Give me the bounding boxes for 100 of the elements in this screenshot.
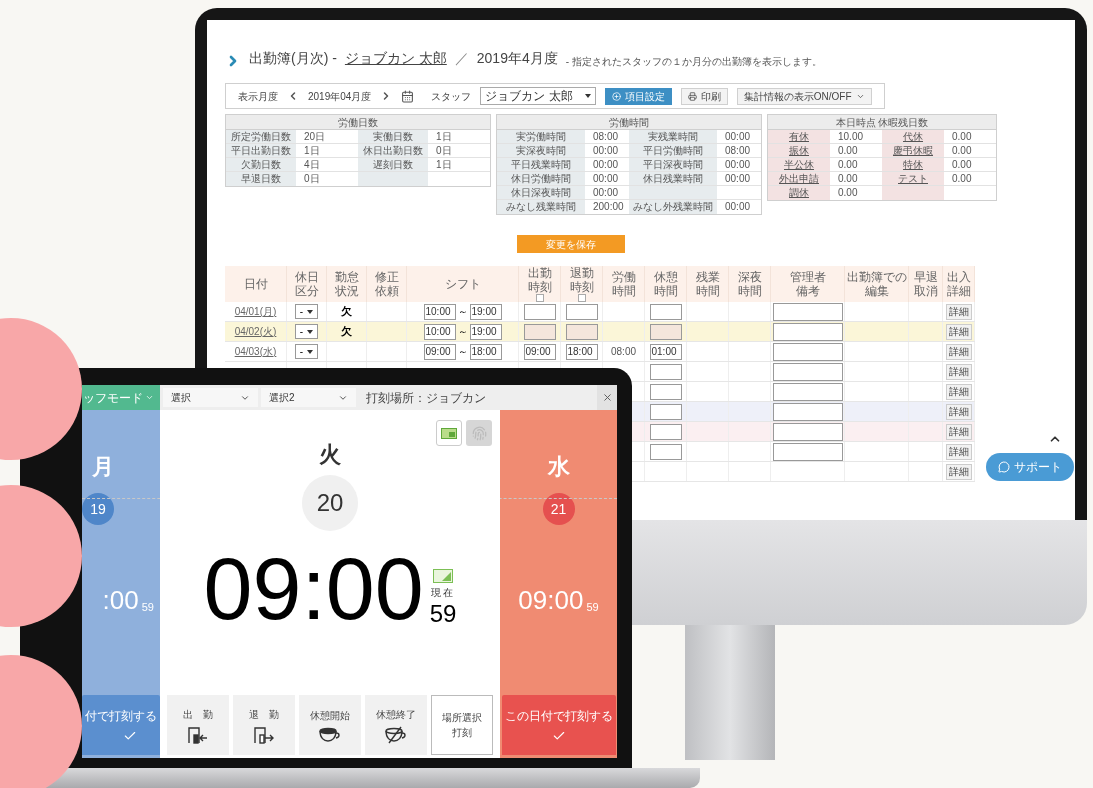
summary-label: 休日残業時間: [643, 173, 703, 184]
date-link[interactable]: 04/03(水): [234, 344, 277, 359]
time-text: 09:00: [518, 587, 584, 613]
checkbox[interactable]: [535, 294, 544, 302]
summary-value: 00:00: [593, 145, 619, 156]
clock-time: 09:00: [203, 549, 424, 629]
column-header: 深夜時間: [737, 270, 762, 298]
summary-value: 20日: [304, 131, 326, 142]
input-field[interactable]: [649, 443, 682, 460]
column-header: 管理者備考: [789, 270, 826, 298]
checkbox[interactable]: [577, 294, 586, 302]
column-header: 早退取消: [913, 270, 938, 298]
detail-button[interactable]: 詳細: [945, 363, 972, 380]
holiday-select[interactable]: -: [294, 304, 319, 319]
input-field[interactable]: [649, 303, 682, 320]
exit-door-icon: [253, 725, 275, 744]
staff-select[interactable]: ジョブカン 太郎: [480, 87, 596, 105]
seconds-text: 59: [141, 602, 154, 613]
weekday-text: 火: [319, 441, 341, 469]
stamp-action-button[interactable]: 退 勤: [233, 695, 295, 755]
stamp-action-button[interactable]: 休憩開始: [299, 695, 361, 755]
input-field[interactable]: [649, 423, 682, 440]
detail-button[interactable]: 詳細: [945, 343, 972, 360]
crossed-cup-icon: [384, 725, 408, 744]
stamp-action-button[interactable]: 出 勤: [167, 695, 229, 755]
summary-value: 00:00: [593, 187, 619, 198]
summary-label: 平日深夜時間: [643, 159, 703, 170]
input-field[interactable]: [565, 303, 598, 320]
select-field[interactable]: 選択: [163, 388, 258, 407]
input-field[interactable]: [772, 442, 843, 461]
summary-value: 0.00: [952, 131, 972, 142]
period-title: 2019年4月度: [476, 49, 558, 68]
input-field[interactable]: [772, 422, 843, 441]
summary-value: 10.00: [838, 131, 864, 142]
summary-title: 労働日数: [226, 115, 490, 130]
input-field[interactable]: 09:00: [523, 343, 556, 360]
caret-icon: [307, 329, 314, 334]
summary-value: 00:00: [593, 173, 619, 184]
caret-icon: [307, 309, 314, 314]
detail-button[interactable]: 詳細: [945, 323, 972, 340]
input-field[interactable]: 09:00: [423, 343, 456, 360]
date-link[interactable]: 04/02(火): [234, 324, 277, 339]
input-field[interactable]: [772, 322, 843, 341]
page-title: 出勤簿(月次) -: [249, 49, 337, 68]
detail-button[interactable]: 詳細: [945, 303, 972, 320]
input-field[interactable]: [649, 383, 682, 400]
detail-button[interactable]: 詳細: [945, 463, 972, 480]
card-icon: [441, 427, 457, 439]
range-separator: ～: [457, 325, 468, 339]
summary-value: 00:00: [725, 159, 751, 170]
stamp-date-button[interactable]: この日付で打刻する: [501, 695, 616, 755]
input-field[interactable]: 01:00: [649, 343, 682, 360]
input-field[interactable]: [649, 363, 682, 380]
summary-value: 1日: [304, 145, 320, 156]
holiday-select[interactable]: -: [294, 324, 319, 339]
title-separator: ／: [454, 49, 469, 68]
staff-link[interactable]: ジョブカン 太郎: [344, 48, 447, 69]
input-field[interactable]: [772, 342, 843, 361]
caret-icon: [584, 94, 591, 98]
input-field[interactable]: [772, 382, 843, 401]
summary-value: 08:00: [593, 131, 619, 142]
toolbar-button[interactable]: 印刷: [680, 87, 728, 105]
input-field[interactable]: 18:00: [565, 343, 598, 360]
fingerprint-icon: [471, 425, 487, 441]
toolbar-button[interactable]: 項目設定: [604, 87, 672, 105]
calendar-icon[interactable]: [401, 89, 415, 103]
input-field[interactable]: [649, 403, 682, 420]
input-field[interactable]: [772, 362, 843, 381]
toolbar-button[interactable]: 集計情報の表示ON/OFF: [736, 87, 872, 105]
summary-label: 欠勤日数: [241, 159, 281, 170]
column-header: 出入詳細: [946, 270, 971, 298]
auth-button[interactable]: [436, 420, 462, 446]
close-button[interactable]: [597, 385, 617, 410]
summary-label: 早退日数: [241, 174, 281, 184]
card-icon: [433, 569, 454, 584]
stamp-action-button[interactable]: 休憩終了: [365, 695, 427, 755]
input-field[interactable]: [523, 303, 556, 320]
input-field[interactable]: [772, 302, 843, 321]
chat-icon: [998, 461, 1010, 473]
input-field[interactable]: 10:00: [423, 303, 456, 320]
column-header: 出勤簿での編集: [846, 270, 907, 298]
select-field[interactable]: 選択2: [261, 388, 356, 407]
input-field[interactable]: 10:00: [423, 323, 456, 340]
detail-button[interactable]: 詳細: [945, 383, 972, 400]
input-field[interactable]: 18:00: [469, 343, 502, 360]
printer-icon: [687, 91, 697, 101]
column-header: シフト: [444, 277, 481, 291]
input-field[interactable]: 19:00: [469, 303, 502, 320]
summary-title: 労働時間: [497, 115, 761, 130]
detail-button[interactable]: 詳細: [945, 423, 972, 440]
holiday-select[interactable]: -: [294, 344, 319, 359]
summary-value: 0.00: [838, 145, 858, 156]
page-description: - 指定されたスタッフの１か月分の出勤簿を表示します。: [565, 55, 822, 69]
input-field[interactable]: 19:00: [469, 323, 502, 340]
stamp-action-button[interactable]: 場所選択打刻: [431, 695, 493, 755]
detail-button[interactable]: 詳細: [945, 403, 972, 420]
input-field[interactable]: [772, 402, 843, 421]
detail-button[interactable]: 詳細: [945, 443, 972, 460]
date-link[interactable]: 04/01(月): [234, 304, 277, 319]
summary-value: 1日: [436, 159, 452, 170]
